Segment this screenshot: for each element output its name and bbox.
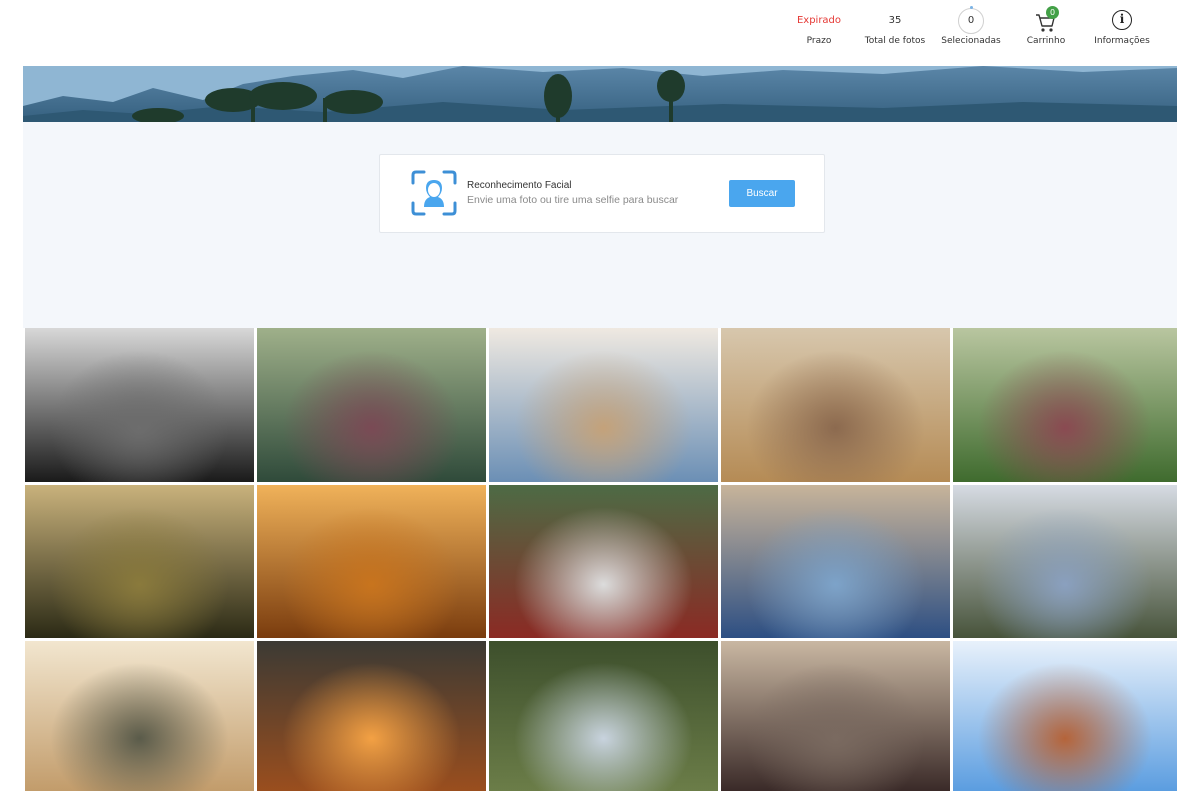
header-bar: Expirado Prazo 35 Total de fotos 0 Selec… — [23, 0, 1177, 66]
gallery-photo-9[interactable] — [721, 485, 950, 638]
gallery-photo-15[interactable] — [953, 641, 1177, 791]
gallery-photo-12[interactable] — [257, 641, 486, 791]
gallery-photo-6[interactable] — [25, 485, 254, 638]
gallery-photo-3[interactable] — [489, 328, 718, 482]
gallery-photo-10[interactable] — [953, 485, 1177, 638]
total-fotos-stat: 35 Total de fotos — [861, 10, 929, 48]
gallery-photo-14[interactable] — [721, 641, 950, 791]
gallery-photo-1[interactable] — [25, 328, 254, 482]
face-scan-icon — [411, 170, 457, 216]
total-fotos-label: Total de fotos — [864, 36, 926, 46]
gallery-photo-11[interactable] — [25, 641, 254, 791]
gallery-photo-5[interactable] — [953, 328, 1177, 482]
gallery-photo-7[interactable] — [257, 485, 486, 638]
informacoes-label[interactable]: Informações — [1087, 34, 1157, 48]
gallery-photo-13[interactable] — [489, 641, 718, 791]
page-frame: Expirado Prazo 35 Total de fotos 0 Selec… — [23, 0, 1177, 800]
carrinho-label[interactable]: Carrinho — [1019, 34, 1073, 48]
selecionadas-stat[interactable]: 0 Selecionadas — [937, 6, 1005, 48]
face-recognition-card: Reconhecimento Facial Envie uma foto ou … — [379, 154, 825, 233]
face-recognition-subtitle: Envie uma foto ou tire uma selfie para b… — [467, 194, 679, 206]
total-fotos-value: 35 — [888, 15, 902, 26]
face-recognition-title: Reconhecimento Facial — [467, 180, 572, 191]
info-icon[interactable]: i — [1112, 10, 1132, 30]
gallery-photo-2[interactable] — [257, 328, 486, 482]
prazo-label: Prazo — [806, 36, 832, 46]
cover-banner-image — [23, 66, 1177, 122]
selecionadas-label: Selecionadas — [941, 36, 1001, 46]
gallery-photo-4[interactable] — [721, 328, 950, 482]
cart-badge: 0 — [1046, 6, 1059, 19]
carrinho-button[interactable]: 0 Carrinho — [1019, 6, 1073, 48]
prazo-stat: Expirado Prazo — [791, 10, 847, 48]
cart-icon[interactable]: 0 — [1033, 6, 1059, 32]
buscar-button[interactable]: Buscar — [729, 180, 795, 207]
selecionadas-count[interactable]: 0 — [958, 6, 984, 34]
gallery-photo-8[interactable] — [489, 485, 718, 638]
photo-gallery — [23, 328, 1177, 800]
prazo-value: Expirado — [796, 15, 842, 26]
informacoes-button[interactable]: i Informações — [1087, 10, 1157, 48]
